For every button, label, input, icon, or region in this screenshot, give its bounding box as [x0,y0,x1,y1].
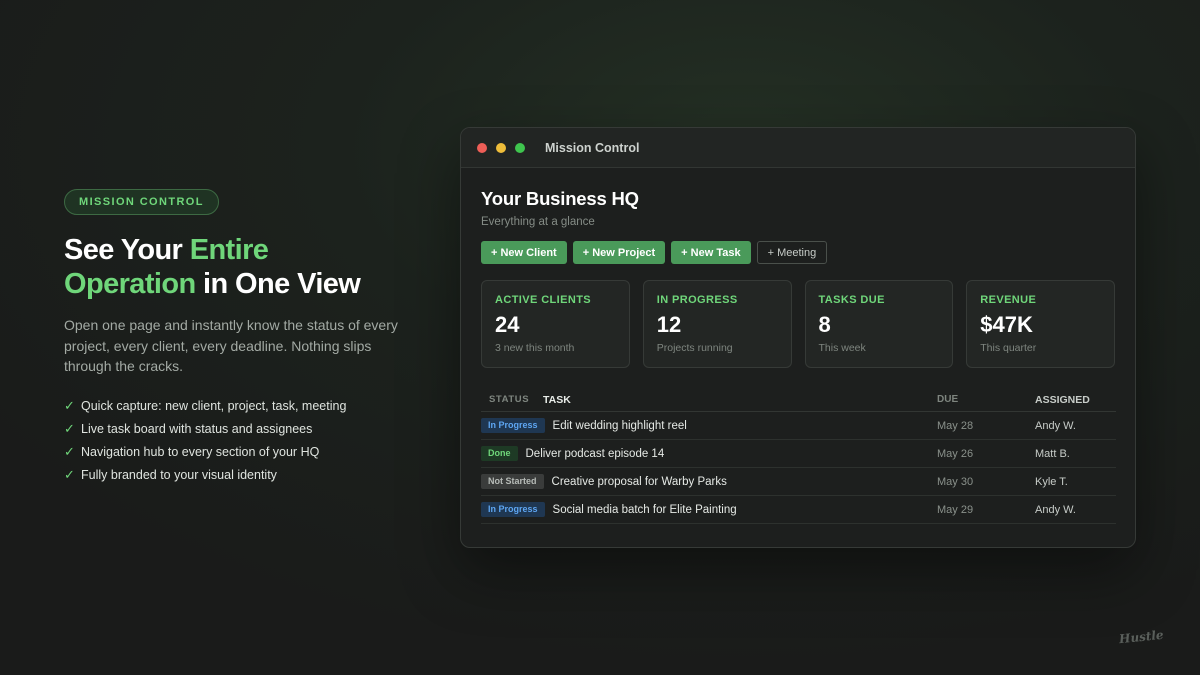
stat-value: 8 [818,312,831,337]
check-icon: ✓ [64,398,75,413]
task-name: Social media batch for Elite Painting [552,503,737,516]
maximize-window-dot[interactable] [515,142,525,153]
stat-note: This quarter [980,342,1037,354]
table-row[interactable]: In Progress Edit wedding highlight reel … [481,412,1116,440]
stat-value: 24 [495,312,520,337]
feature-text: Quick capture: new client, project, task… [81,399,347,413]
headline-accent-1: Entire [189,234,269,266]
stat-note: Projects running [656,342,733,354]
column-header-assigned[interactable]: ASSIGNED [1035,394,1090,406]
table-header: STATUS TASK DUE ASSIGNED [481,388,1116,412]
page-title: Your Business HQ [481,188,639,209]
hero-lede: Open one page and instantly know the sta… [64,317,398,374]
stat-note: This week [818,342,866,354]
stat-value: $47K [980,312,1033,337]
stat-card-active-clients: ACTIVE CLIENTS 24 3 new this month [481,280,630,368]
stat-label: REVENUE [980,294,1037,306]
column-header-task[interactable]: TASK [543,394,937,406]
task-name: Creative proposal for Warby Parks [551,475,727,488]
window-content: Your Business HQ Everything at a glance … [461,168,1135,524]
check-icon: ✓ [64,467,75,482]
status-badge: Not Started [481,474,544,489]
brand-logo: Hustle [1118,627,1165,647]
stat-label: TASKS DUE [818,294,885,306]
stat-card-in-progress: IN PROGRESS 12 Projects running [642,280,792,368]
task-cell: Done Deliver podcast episode 14 [481,446,937,461]
stat-value: 12 [656,312,682,337]
task-name: Edit wedding highlight reel [552,419,687,432]
assignee: Andy W. [1035,503,1076,516]
feature-text: Live task board with status and assignee… [81,422,313,436]
task-table: STATUS TASK DUE ASSIGNED In Progress Edi… [481,388,1116,524]
stat-card-revenue: REVENUE $47K This quarter [966,280,1115,368]
due-date: May 28 [937,419,974,432]
due-date: May 30 [937,475,974,488]
new-project-button[interactable]: + New Project [572,241,666,264]
table-row[interactable]: Not Started Creative proposal for Warby … [481,468,1116,496]
status-badge: In Progress [481,418,545,433]
column-header-status[interactable]: STATUS [481,394,543,405]
feature-item: ✓ Live task board with status and assigne… [64,418,414,441]
feature-item: ✓ Fully branded to your visual identity [64,464,414,487]
headline-part-2: in One View [195,268,361,300]
stats-row: ACTIVE CLIENTS 24 3 new this month IN PR… [481,280,1115,368]
check-icon: ✓ [64,444,75,459]
status-badge: In Progress [481,502,545,517]
page-subtitle: Everything at a glance [481,216,595,228]
status-badge: Done [481,446,518,461]
section-pill: MISSION CONTROL [64,189,219,215]
task-name: Deliver podcast episode 14 [525,447,665,460]
new-client-button[interactable]: + New Client [481,241,567,264]
stat-label: ACTIVE CLIENTS [495,294,592,306]
table-row[interactable]: In Progress Social media batch for Elite… [481,496,1116,524]
hero-headline: See Your Entire Operation in One View [64,233,414,301]
feature-item: ✓ Quick capture: new client, project, tas… [64,395,414,418]
feature-item: ✓ Navigation hub to every section of your… [64,441,414,464]
headline-accent-2: Operation [64,268,196,300]
stat-label: IN PROGRESS [656,294,738,306]
assignee: Kyle T. [1035,475,1068,488]
table-row[interactable]: Done Deliver podcast episode 14 May 26 M… [481,440,1116,468]
feature-text: Fully branded to your visual identity [81,468,277,482]
window-title: Mission Control [545,140,640,155]
assignee: Andy W. [1035,419,1076,432]
headline-part-1: See Your [64,234,190,266]
task-cell: In Progress Edit wedding highlight reel [481,418,937,433]
task-cell: Not Started Creative proposal for Warby … [481,474,937,489]
assignee: Matt B. [1035,447,1070,460]
due-date: May 26 [937,447,974,460]
new-meeting-button[interactable]: + Meeting [756,241,828,264]
stat-card-tasks-due: TASKS DUE 8 This week [804,280,954,368]
window-titlebar: Mission Control [461,128,1135,168]
hero-section: MISSION CONTROL See Your Entire Operatio… [64,189,414,487]
stat-note: 3 new this month [495,342,575,354]
close-window-dot[interactable] [477,142,487,153]
quick-actions: + New Client + New Project + New Task + … [481,241,1115,264]
app-window: Mission Control Your Business HQ Everyth… [460,127,1136,548]
new-task-button[interactable]: + New Task [671,241,751,264]
column-header-due[interactable]: DUE [937,394,1035,405]
minimize-window-dot[interactable] [496,142,506,153]
due-date: May 29 [937,503,974,516]
feature-list: ✓ Quick capture: new client, project, tas… [64,395,414,487]
task-cell: In Progress Social media batch for Elite… [481,502,937,517]
check-icon: ✓ [64,421,75,436]
feature-text: Navigation hub to every section of your … [81,445,320,459]
